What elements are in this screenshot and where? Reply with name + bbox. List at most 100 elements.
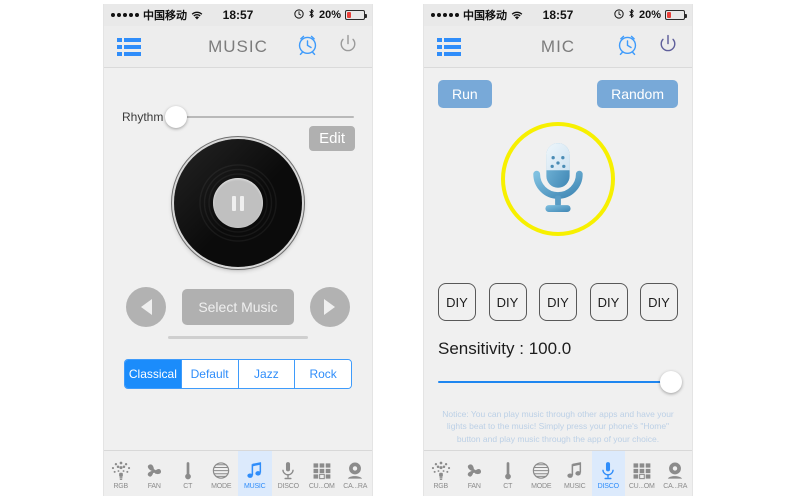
next-track-icon	[324, 299, 336, 315]
music-note-icon	[564, 458, 586, 482]
status-bar-right: 中国移动 18:57 20%	[424, 4, 692, 26]
tab-label-ct: CT	[503, 482, 513, 490]
phone-screen-mic: 中国移动 18:57 20% MIC Run Random DIY DIY DI…	[423, 4, 693, 496]
fan-icon	[463, 458, 485, 482]
mic-ring[interactable]	[501, 122, 615, 236]
tab-label-rgb: RGB	[113, 482, 129, 490]
tab-ct[interactable]: CT	[171, 451, 205, 496]
tab-mode[interactable]: MODE	[205, 451, 239, 496]
rhythm-slider-track	[169, 116, 354, 118]
tab-label-music: MUSIC	[243, 482, 266, 490]
nav-actions	[616, 33, 679, 61]
carrier-label: 中国移动	[143, 10, 187, 22]
rhythm-label: Rhythm	[122, 110, 164, 124]
tab-ct[interactable]: CT	[491, 451, 525, 496]
microphone-icon	[597, 458, 619, 482]
carrier-label: 中国移动	[463, 10, 507, 22]
sensitivity-slider-track	[438, 381, 678, 383]
status-bar-left: 中国移动 18:57 20%	[104, 4, 372, 26]
genre-tab-rock[interactable]: Rock	[295, 360, 351, 388]
battery-percent-label: 20%	[638, 9, 661, 21]
diy-button-5[interactable]: DIY	[640, 283, 678, 321]
tab-fan[interactable]: FAN	[138, 451, 172, 496]
notice-text: Notice: You can play music through other…	[442, 409, 674, 444]
tab-label-music: MUSIC	[563, 482, 586, 490]
grid-custom-icon	[311, 458, 333, 482]
tab-custom[interactable]: CU...OM	[625, 451, 659, 496]
tab-label-disco: DISCO	[277, 482, 299, 490]
battery-percent-label: 20%	[318, 9, 341, 21]
mode-sphere-icon	[530, 458, 552, 482]
rgb-bulb-icon	[430, 458, 452, 482]
diy-button-row: DIY DIY DIY DIY DIY	[424, 283, 692, 321]
wifi-icon	[191, 11, 203, 21]
edit-button[interactable]: Edit	[309, 126, 355, 151]
alarm-indicator-icon	[614, 8, 624, 22]
nav-bar-mic: MIC	[424, 26, 692, 68]
hamburger-menu-icon[interactable]	[437, 37, 461, 56]
tab-fan[interactable]: FAN	[458, 451, 492, 496]
run-button[interactable]: Run	[438, 80, 492, 108]
rhythm-slider-knob[interactable]	[165, 106, 188, 128]
previous-track-icon	[140, 299, 152, 315]
bluetooth-icon	[308, 8, 315, 22]
tab-label-fan: FAN	[467, 482, 481, 490]
tab-bar-right: RGB FAN CT MODE MUSIC DISCO CU...OM CA..…	[424, 450, 692, 496]
random-button[interactable]: Random	[597, 80, 678, 108]
tab-custom[interactable]: CU...OM	[305, 451, 339, 496]
genre-tab-default[interactable]: Default	[181, 360, 239, 388]
tab-disco[interactable]: DISCO	[272, 451, 306, 496]
tab-music[interactable]: MUSIC	[558, 451, 592, 496]
status-bar-right-group: 20%	[614, 8, 687, 22]
alarm-clock-icon[interactable]	[296, 33, 319, 61]
genre-tab-jazz[interactable]: Jazz	[238, 360, 296, 388]
diy-button-1[interactable]: DIY	[438, 283, 476, 321]
mode-sphere-icon	[210, 458, 232, 482]
tab-label-camera: CA...RA	[343, 482, 368, 490]
play-pause-button[interactable]	[213, 178, 263, 228]
sensitivity-slider[interactable]	[438, 370, 682, 394]
sensitivity-slider-knob[interactable]	[660, 371, 682, 393]
thermometer-icon	[177, 458, 199, 482]
bluetooth-icon	[628, 8, 635, 22]
hamburger-menu-icon[interactable]	[117, 37, 141, 56]
microphone-icon	[277, 458, 299, 482]
status-bar-left-group: 中国移动	[111, 7, 203, 23]
mic-illustration-area	[424, 122, 692, 236]
alarm-indicator-icon	[294, 8, 304, 22]
transport-controls: Select Music	[104, 287, 372, 327]
vinyl-record[interactable]	[174, 139, 302, 267]
alarm-clock-icon[interactable]	[616, 33, 639, 61]
camera-icon	[344, 458, 366, 482]
tab-rgb[interactable]: RGB	[424, 451, 458, 496]
diy-button-3[interactable]: DIY	[539, 283, 577, 321]
tab-mode[interactable]: MODE	[525, 451, 559, 496]
phone-screen-music: 中国移动 18:57 20% MUSIC Rhythm Edit Select …	[103, 4, 373, 496]
pause-icon	[232, 195, 244, 211]
status-bar-right-group: 20%	[294, 8, 367, 22]
power-icon[interactable]	[657, 33, 679, 60]
thermometer-icon	[497, 458, 519, 482]
vinyl-record-area	[104, 139, 372, 267]
camera-icon	[664, 458, 686, 482]
tab-music[interactable]: MUSIC	[238, 451, 272, 496]
mic-top-buttons: Run Random	[424, 68, 692, 108]
previous-track-button[interactable]	[126, 287, 167, 327]
nav-actions	[296, 33, 359, 61]
next-track-button[interactable]	[309, 287, 350, 327]
power-icon[interactable]	[337, 33, 359, 60]
tab-camera[interactable]: CA...RA	[339, 451, 373, 496]
diy-button-4[interactable]: DIY	[589, 283, 628, 321]
tab-rgb[interactable]: RGB	[104, 451, 138, 496]
tab-disco[interactable]: DISCO	[591, 451, 625, 496]
tab-label-custom: CU...OM	[628, 482, 655, 490]
tab-label-fan: FAN	[147, 482, 161, 490]
genre-tab-classical[interactable]: Classical	[125, 360, 182, 388]
diy-button-2[interactable]: DIY	[488, 283, 527, 321]
tab-camera[interactable]: CA...RA	[659, 451, 693, 496]
battery-icon	[345, 10, 367, 20]
nav-bar-music: MUSIC	[104, 26, 372, 68]
select-music-button[interactable]: Select Music	[182, 289, 294, 325]
tab-label-ct: CT	[183, 482, 193, 490]
music-note-icon	[244, 458, 266, 482]
